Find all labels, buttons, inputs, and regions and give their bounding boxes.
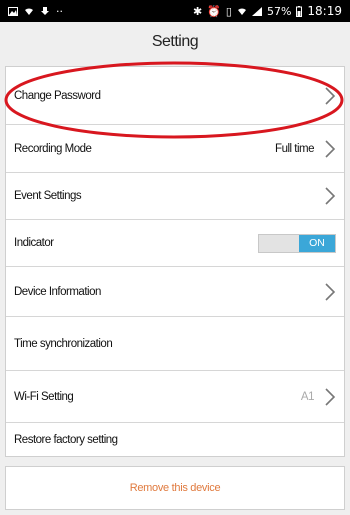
change-password-row[interactable]: Change Password (6, 67, 344, 124)
indicator-row: Indicator ON (6, 220, 344, 266)
remove-device-label: Remove this device (129, 482, 221, 494)
chevron-right-icon (325, 387, 336, 406)
toggle-on-label: ON (299, 234, 335, 252)
toggle-off-area (259, 234, 299, 252)
battery-level: 57% (266, 4, 292, 18)
header: Setting (0, 22, 350, 62)
restore-factory-row[interactable]: Restore factory setting (6, 423, 344, 457)
page-title: Setting (151, 33, 199, 50)
signal-icon (251, 6, 262, 16)
status-bar: ·· ✱ ⏰ ▯ 57% 18:19 (0, 0, 350, 22)
alarm-icon: ⏰ (207, 4, 221, 18)
download-icon (41, 6, 49, 15)
restore-factory-label: Restore factory setting (14, 434, 118, 446)
vibrate-icon: ▯ (225, 4, 232, 18)
remove-device-button[interactable]: Remove this device (5, 466, 345, 510)
wifi-icon (237, 7, 246, 15)
time-synchronization-row[interactable]: Time synchronization (6, 317, 344, 370)
wifi-setting-row[interactable]: Wi-Fi Setting A1 (6, 371, 344, 422)
event-settings-row[interactable]: Event Settings (6, 173, 344, 219)
chevron-right-icon (325, 139, 336, 158)
wifi-icon (25, 7, 33, 15)
image-icon (8, 6, 18, 16)
more-icon: ·· (56, 4, 63, 18)
wifi-setting-value: A1 (300, 390, 315, 403)
recording-mode-value: Full time (275, 142, 314, 155)
recording-mode-label: Recording Mode (14, 142, 92, 155)
clock: 18:19 (307, 4, 342, 18)
change-password-label: Change Password (14, 89, 101, 102)
time-synchronization-label: Time synchronization (14, 337, 113, 350)
battery-icon (296, 5, 303, 17)
recording-mode-row[interactable]: Recording Mode Full time (6, 125, 344, 172)
device-information-row[interactable]: Device Information (6, 267, 344, 316)
chevron-right-icon (325, 187, 336, 205)
indicator-label: Indicator (14, 237, 54, 249)
bluetooth-icon: ✱ (192, 4, 203, 18)
indicator-toggle[interactable]: ON (258, 233, 336, 253)
wifi-setting-label: Wi-Fi Setting (14, 390, 74, 403)
chevron-right-icon (325, 86, 336, 105)
settings-list: Change Password Recording Mode Full time… (5, 66, 345, 457)
event-settings-label: Event Settings (14, 190, 82, 202)
device-information-label: Device Information (14, 285, 101, 298)
chevron-right-icon (325, 282, 336, 301)
